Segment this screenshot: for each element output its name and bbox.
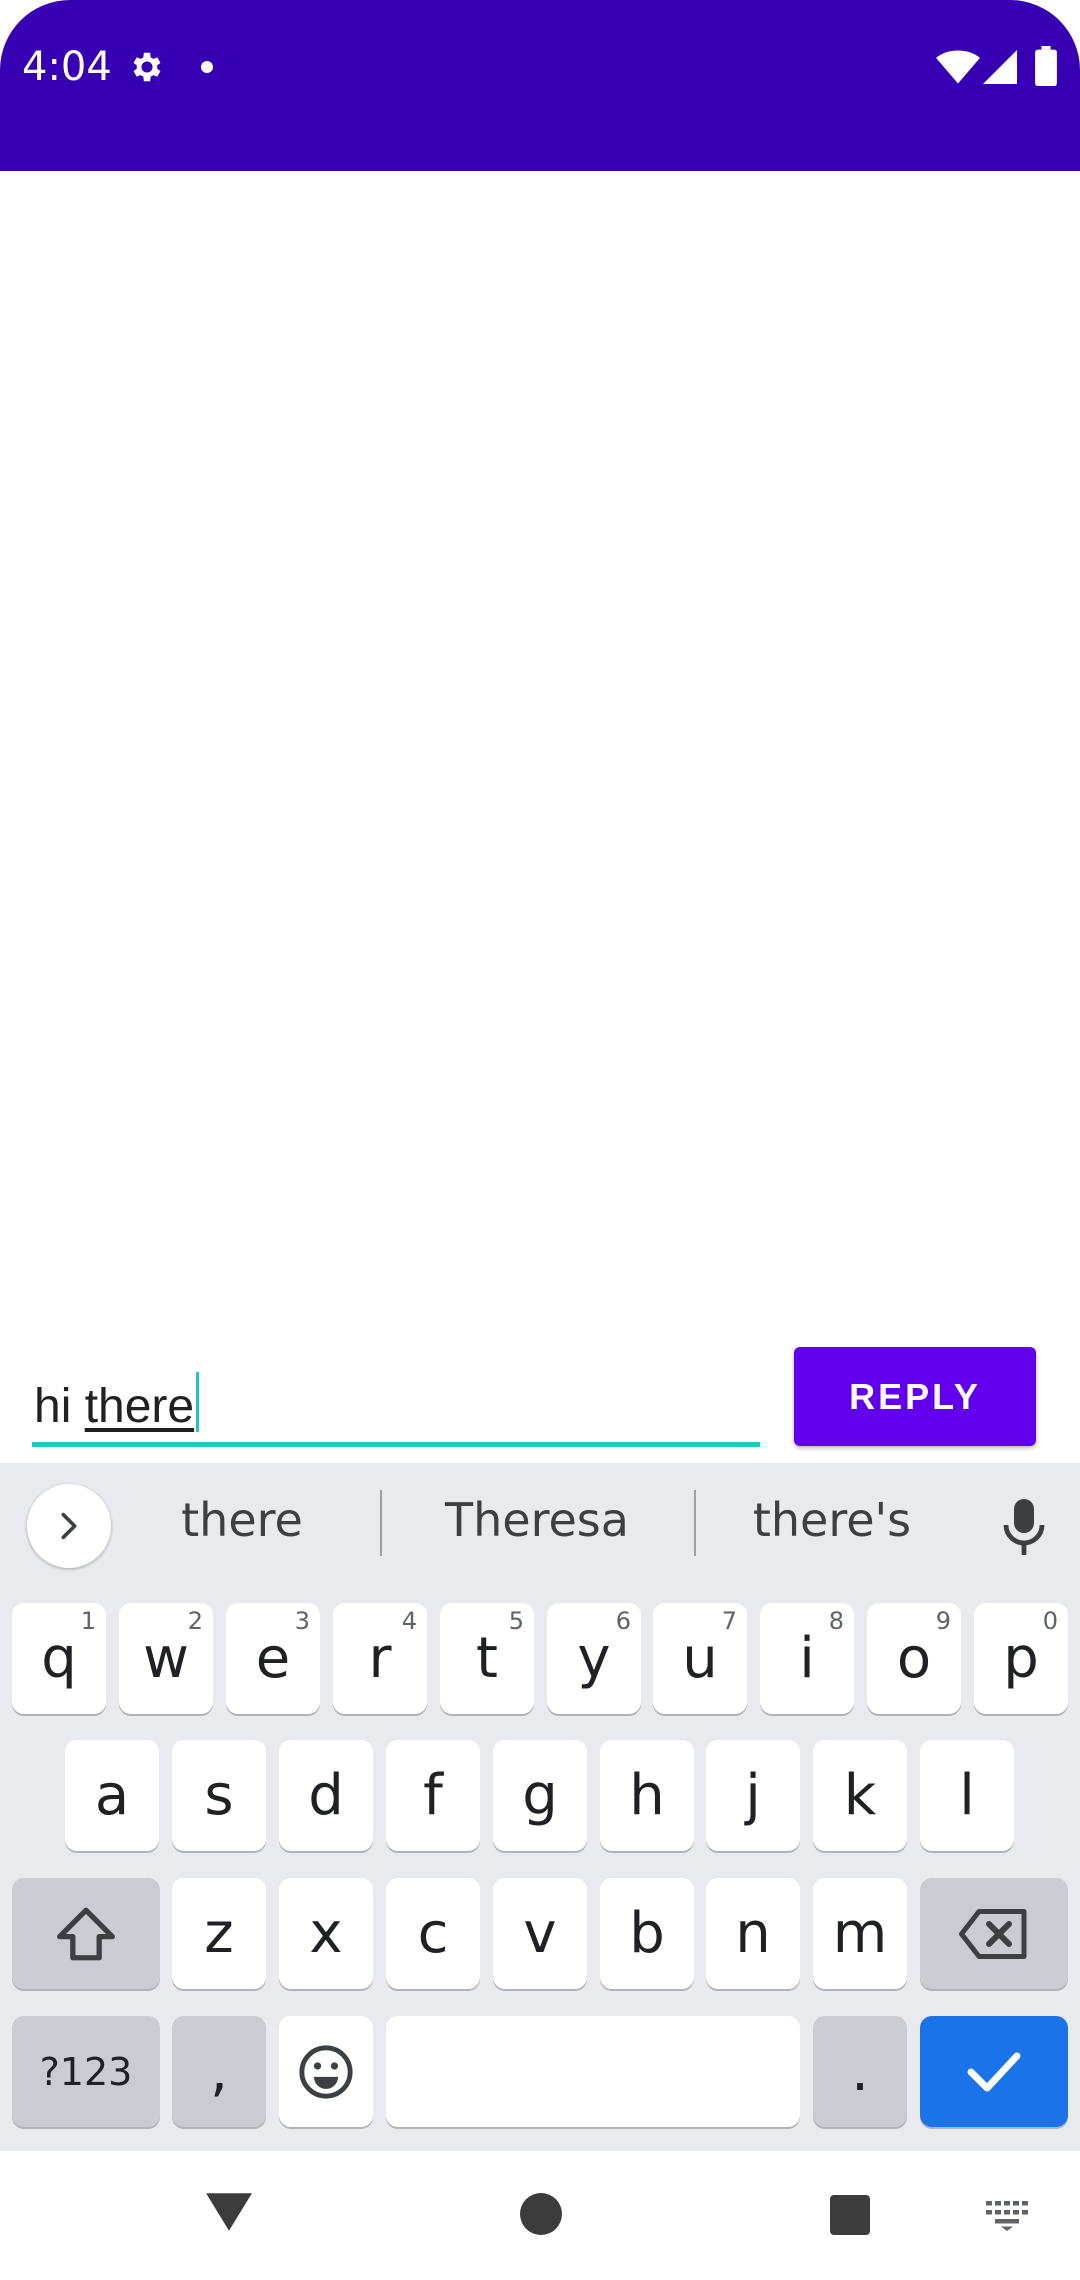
key-v[interactable]: v (493, 1878, 587, 1989)
key-hint: 0 (1042, 1607, 1058, 1635)
key-z[interactable]: z (172, 1878, 266, 1989)
battery-icon (1035, 46, 1057, 86)
navigation-bar (0, 2151, 1080, 2280)
key-q[interactable]: q1 (12, 1603, 106, 1714)
key-label: u (682, 1626, 718, 1691)
key-c[interactable]: c (386, 1878, 480, 1989)
key-b[interactable]: b (600, 1878, 694, 1989)
back-icon[interactable] (204, 2190, 254, 2234)
key-u[interactable]: u7 (653, 1603, 747, 1714)
period-key[interactable]: . (813, 2016, 907, 2127)
key-hint: 2 (187, 1607, 203, 1635)
key-hint: 4 (401, 1607, 417, 1635)
microphone-icon[interactable] (1000, 1497, 1048, 1557)
gear-icon (133, 52, 161, 82)
key-label: e (255, 1626, 291, 1691)
key-hint: 5 (508, 1607, 524, 1635)
wifi-icon (936, 50, 980, 84)
backspace-key[interactable] (920, 1878, 1068, 1989)
key-label: o (896, 1626, 932, 1691)
key-w[interactable]: w2 (119, 1603, 213, 1714)
key-l[interactable]: l (920, 1740, 1014, 1851)
suggestion-3[interactable]: there's (682, 1493, 982, 1547)
input-composing-text: there (84, 1380, 195, 1433)
key-hint: 1 (80, 1607, 96, 1635)
status-bar: 4:04 (0, 0, 1080, 171)
suggestion-1[interactable]: there (92, 1493, 392, 1547)
shift-icon (57, 1907, 116, 1960)
key-f[interactable]: f (386, 1740, 480, 1851)
key-n[interactable]: n (706, 1878, 800, 1989)
key-g[interactable]: g (493, 1740, 587, 1851)
key-label: y (577, 1626, 611, 1691)
cell-signal-icon (983, 50, 1017, 84)
emoji-key[interactable] (279, 2016, 373, 2127)
key-t[interactable]: t5 (440, 1603, 534, 1714)
key-j[interactable]: j (706, 1740, 800, 1851)
suggestion-divider (380, 1490, 382, 1556)
backspace-icon (959, 1908, 1027, 1959)
chevron-right-icon (61, 1512, 77, 1540)
key-k[interactable]: k (813, 1740, 907, 1851)
emoji-icon (299, 2044, 353, 2099)
text-cursor (196, 1372, 200, 1432)
comma-key[interactable]: , (172, 2016, 266, 2127)
key-hint: 9 (935, 1607, 951, 1635)
key-label: i (799, 1626, 815, 1691)
key-h[interactable]: h (600, 1740, 694, 1851)
key-hint: 6 (615, 1607, 631, 1635)
key-s[interactable]: s (172, 1740, 266, 1851)
key-label: q (41, 1626, 77, 1691)
suggestion-strip: there Theresa there's (0, 1463, 1080, 1583)
shift-key[interactable] (12, 1878, 160, 1989)
key-y[interactable]: y6 (547, 1603, 641, 1714)
input-plain-text: hi (34, 1380, 85, 1433)
recents-icon[interactable] (830, 2195, 870, 2235)
checkmark-icon (967, 2051, 1021, 2092)
key-r[interactable]: r4 (333, 1603, 427, 1714)
key-a[interactable]: a (65, 1740, 159, 1851)
soft-keyboard: there Theresa there's q1 w2 e3 r4 t5 y6 … (0, 1463, 1080, 2151)
key-hint: 7 (721, 1607, 737, 1635)
space-key[interactable] (386, 2016, 800, 2127)
status-time: 4:04 (22, 44, 112, 90)
key-p[interactable]: p0 (974, 1603, 1068, 1714)
key-label: w (143, 1626, 189, 1691)
reply-button[interactable]: REPLY (794, 1347, 1036, 1446)
key-label: r (368, 1626, 392, 1691)
key-label: t (476, 1626, 498, 1691)
key-o[interactable]: o9 (867, 1603, 961, 1714)
key-x[interactable]: x (279, 1878, 373, 1989)
notification-dot-icon (201, 61, 213, 73)
home-icon[interactable] (520, 2193, 562, 2235)
symbols-key[interactable]: ?123 (12, 2016, 160, 2127)
key-m[interactable]: m (813, 1878, 907, 1989)
reply-input[interactable]: hi there (32, 1362, 760, 1447)
key-hint: 8 (828, 1607, 844, 1635)
suggestion-2[interactable]: Theresa (387, 1493, 687, 1547)
key-hint: 3 (294, 1607, 310, 1635)
enter-key[interactable] (920, 2016, 1068, 2127)
keyboard-switch-icon[interactable] (986, 2201, 1028, 2231)
reply-input-text: hi there (34, 1372, 200, 1434)
key-e[interactable]: e3 (226, 1603, 320, 1714)
key-d[interactable]: d (279, 1740, 373, 1851)
key-label: p (1003, 1626, 1039, 1691)
key-i[interactable]: i8 (760, 1603, 854, 1714)
